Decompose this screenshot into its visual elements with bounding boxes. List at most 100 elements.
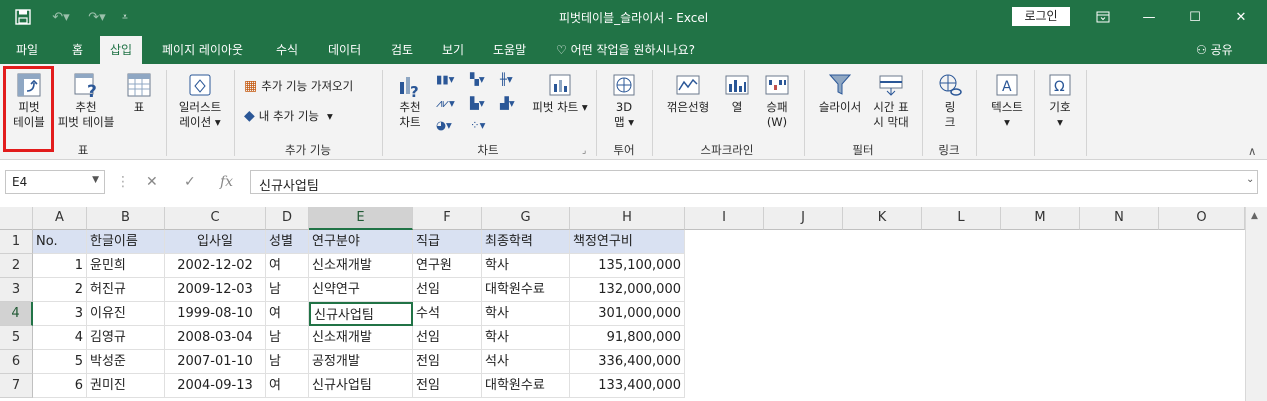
data-cell[interactable]: 여 <box>266 302 309 326</box>
text-button[interactable]: A 텍스트 ▾ <box>982 72 1032 130</box>
data-cell[interactable]: 수석 <box>413 302 482 326</box>
share-button[interactable]: ⚇ 공유 <box>1196 41 1233 58</box>
data-cell[interactable]: 연구원 <box>413 254 482 278</box>
header-cell[interactable]: 책정연구비 <box>570 230 685 254</box>
tab-view[interactable]: 보기 <box>442 41 464 58</box>
header-cell[interactable]: 직급 <box>413 230 482 254</box>
sparkline-column-button[interactable]: 열 <box>720 72 754 115</box>
row-header[interactable]: 7 <box>0 374 33 398</box>
data-cell[interactable]: 학사 <box>482 302 570 326</box>
combo-chart-button[interactable]: ▟▾ <box>500 96 515 110</box>
symbols-button[interactable]: Ω 기호 ▾ <box>1040 72 1080 130</box>
data-cell[interactable]: 남 <box>266 326 309 350</box>
data-cell[interactable]: 2008-03-04 <box>165 326 266 350</box>
data-cell[interactable]: 공정개발 <box>309 350 413 374</box>
row-header[interactable]: 6 <box>0 350 33 374</box>
select-all-corner[interactable] <box>0 207 33 230</box>
column-header[interactable]: D <box>266 207 309 230</box>
data-cell[interactable]: 1999-08-10 <box>165 302 266 326</box>
get-addins-button[interactable]: ▦ 추가 기능 가져오기 <box>244 78 353 94</box>
chart-dialog-launcher-icon[interactable]: ⌟ <box>582 146 586 156</box>
header-cell[interactable]: 성별 <box>266 230 309 254</box>
header-cell[interactable]: 입사일 <box>165 230 266 254</box>
column-header[interactable]: F <box>413 207 482 230</box>
insert-function-icon[interactable]: fx <box>220 174 233 190</box>
data-cell[interactable]: 권미진 <box>87 374 165 398</box>
data-cell[interactable]: 석사 <box>482 350 570 374</box>
recommended-charts-button[interactable]: ? 추천 차트 <box>392 72 428 130</box>
row-header[interactable]: 4 <box>0 302 33 326</box>
enter-icon[interactable]: ✓ <box>184 174 196 190</box>
line-chart-button[interactable]: ⩘⩗▾ <box>436 96 455 111</box>
maximize-icon[interactable]: ☐ <box>1172 4 1218 30</box>
ribbon-display-options-icon[interactable] <box>1080 4 1126 30</box>
waterfall-chart-button[interactable]: ╫▾ <box>500 72 513 86</box>
data-cell[interactable]: 허진규 <box>87 278 165 302</box>
column-header[interactable]: N <box>1080 207 1159 230</box>
data-cell[interactable]: 5 <box>33 350 87 374</box>
data-cell[interactable]: 135,100,000 <box>570 254 685 278</box>
data-cell[interactable]: 신소재개발 <box>309 326 413 350</box>
data-cell[interactable]: 133,400,000 <box>570 374 685 398</box>
data-cell[interactable]: 여 <box>266 374 309 398</box>
header-cell[interactable]: 연구분야 <box>309 230 413 254</box>
column-header[interactable]: G <box>482 207 570 230</box>
vertical-scrollbar[interactable]: ▲ <box>1245 207 1267 401</box>
tab-formulas[interactable]: 수식 <box>276 41 298 58</box>
collapse-ribbon-icon[interactable]: ∧ <box>1248 144 1256 158</box>
pivot-table-button[interactable]: 피벗 테이블 <box>6 72 52 130</box>
timeline-button[interactable]: 시간 표 시 막대 <box>868 72 914 130</box>
tab-data[interactable]: 데이터 <box>328 41 361 58</box>
column-header[interactable]: B <box>87 207 165 230</box>
data-cell[interactable]: 2009-12-03 <box>165 278 266 302</box>
data-cell[interactable]: 2002-12-02 <box>165 254 266 278</box>
statistic-chart-button[interactable]: ▙▾ <box>470 96 485 110</box>
data-cell[interactable]: 윤민희 <box>87 254 165 278</box>
pie-chart-button[interactable]: ◕▾ <box>436 118 452 132</box>
data-cell[interactable]: 남 <box>266 350 309 374</box>
tab-review[interactable]: 검토 <box>391 41 413 58</box>
data-cell[interactable]: 전임 <box>413 374 482 398</box>
column-header[interactable]: K <box>843 207 922 230</box>
data-cell[interactable]: 336,400,000 <box>570 350 685 374</box>
data-cell[interactable]: 이유진 <box>87 302 165 326</box>
pivot-chart-button[interactable]: 피벗 차트 ▾ <box>532 72 588 115</box>
data-cell[interactable]: 4 <box>33 326 87 350</box>
data-cell[interactable]: 여 <box>266 254 309 278</box>
row-header[interactable]: 1 <box>0 230 33 254</box>
cancel-icon[interactable]: ✕ <box>146 174 158 190</box>
data-cell[interactable]: 김영규 <box>87 326 165 350</box>
column-header[interactable]: E <box>309 207 413 230</box>
active-cell[interactable]: 신규사업팀 <box>309 302 413 326</box>
data-cell[interactable]: 선임 <box>413 278 482 302</box>
header-cell[interactable]: 최종학력 <box>482 230 570 254</box>
column-header[interactable]: J <box>764 207 843 230</box>
column-header[interactable]: H <box>570 207 685 230</box>
data-cell[interactable]: 남 <box>266 278 309 302</box>
expand-formula-icon[interactable]: ⌄ <box>1246 174 1254 185</box>
formula-input[interactable]: 신규사업팀 <box>250 170 1258 194</box>
data-cell[interactable]: 전임 <box>413 350 482 374</box>
column-header[interactable]: L <box>922 207 1001 230</box>
slicer-button[interactable]: 슬라이서 <box>812 72 868 115</box>
close-icon[interactable]: ✕ <box>1218 4 1264 30</box>
data-cell[interactable]: 신소재개발 <box>309 254 413 278</box>
my-addins-button[interactable]: ◆ 내 추가 기능 ▾ <box>244 108 333 124</box>
recommended-pivot-button[interactable]: ? 추천 피벗 테이블 <box>52 72 120 130</box>
data-cell[interactable]: 대학원수료 <box>482 374 570 398</box>
data-cell[interactable]: 대학원수료 <box>482 278 570 302</box>
illustrations-button[interactable]: 일러스트 레이션 ▾ <box>172 72 228 130</box>
column-header[interactable]: C <box>165 207 266 230</box>
column-header[interactable]: O <box>1159 207 1245 230</box>
name-box[interactable]: E4 ▼ <box>5 170 105 194</box>
column-header[interactable]: M <box>1001 207 1080 230</box>
tab-help[interactable]: 도움말 <box>493 41 526 58</box>
tab-file[interactable]: 파일 <box>16 41 38 58</box>
tab-insert[interactable]: 삽입 <box>100 36 143 64</box>
header-cell[interactable]: No. <box>33 230 87 254</box>
link-button[interactable]: 링 크 <box>930 72 970 130</box>
data-cell[interactable]: 2 <box>33 278 87 302</box>
header-cell[interactable]: 한글이름 <box>87 230 165 254</box>
table-button[interactable]: 표 <box>122 72 156 115</box>
data-cell[interactable]: 91,800,000 <box>570 326 685 350</box>
